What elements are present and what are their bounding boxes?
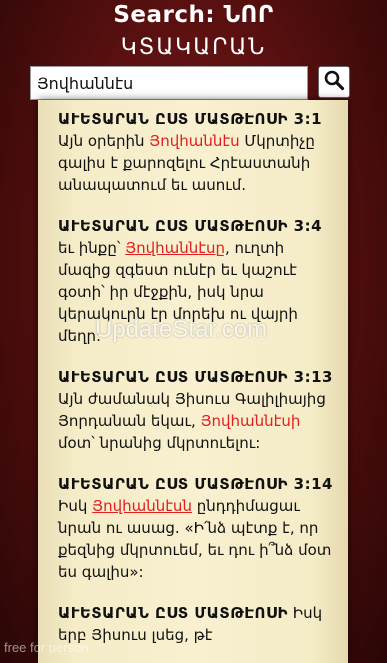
result-item[interactable]: ԱՒԵՏԱՐԱՆ ԸՍՏ ՄԱՏԹԷՈՍԻ 3:1 Այն օրերին Յով… — [58, 108, 336, 196]
search-button[interactable] — [318, 66, 350, 98]
verse-text: մօտ՝ նրանից մկրտուելու: — [58, 434, 261, 452]
search-match: Յովհաննէսն — [92, 497, 192, 515]
page-subtitle: ԿՏԱԿԱՐԱՆ — [120, 35, 267, 60]
search-match: Յովհաննէս — [149, 132, 240, 150]
verse-text: Այն օրերին — [58, 132, 150, 150]
verse-reference: ԱՒԵՏԱՐԱՆ ԸՍՏ ՄԱՏԹԷՈՍԻ 3:13 — [58, 368, 333, 386]
verse-text: Իսկ — [58, 497, 93, 515]
verse-reference: ԱՒԵՏԱՐԱՆ ԸՍՏ ՄԱՏԹԷՈՍԻ 3:1 — [58, 110, 323, 128]
verse-reference: ԱՒԵՏԱՐԱՆ ԸՍՏ ՄԱՏԹԷՈՍԻ 3:4 — [58, 217, 323, 235]
verse-reference: ԱՒԵՏԱՐԱՆ ԸՍՏ ՄԱՏԹԷՈՍԻ — [58, 604, 288, 622]
search-input[interactable]: Յովհաննէս — [30, 66, 308, 100]
app-header: Search: ՆՈՐ ԿՏԱԿԱՐԱՆ — [0, 0, 387, 64]
result-item[interactable]: ԱՒԵՏԱՐԱՆ ԸՍՏ ՄԱՏԹԷՈՍԻ 3:14 Իսկ Յովհաննէս… — [58, 473, 336, 583]
search-match: Յովհաննէսը — [125, 239, 225, 257]
footer-note: free for person — [4, 640, 89, 655]
search-match: Յովհաննէսի — [200, 412, 301, 430]
search-icon — [323, 69, 345, 95]
verse-text: եւ ինքը՝ — [58, 239, 126, 257]
verse-reference: ԱՒԵՏԱՐԱՆ ԸՍՏ ՄԱՏԹԷՈՍԻ 3:14 — [58, 475, 333, 493]
results-list: ԱՒԵՏԱՐԱՆ ԸՍՏ ՄԱՏԹԷՈՍԻ 3:1 Այն օրերին Յով… — [58, 108, 336, 663]
result-item[interactable]: ԱՒԵՏԱՐԱՆ ԸՍՏ ՄԱՏԹԷՈՍԻ 3:4 եւ ինքը՝ Յովհա… — [58, 215, 336, 347]
result-item[interactable]: ԱՒԵՏԱՐԱՆ ԸՍՏ ՄԱՏԹԷՈՍԻ 3:13 Այն ժամանակ Յ… — [58, 366, 336, 454]
results-panel[interactable]: ԱՒԵՏԱՐԱՆ ԸՍՏ ՄԱՏԹԷՈՍԻ 3:1 Այն օրերին Յով… — [38, 100, 348, 663]
page-title: Search: ՆՈՐ — [113, 2, 274, 28]
result-item[interactable]: ԱՒԵՏԱՐԱՆ ԸՍՏ ՄԱՏԹԷՈՍԻ Իսկ երբ Յիսուս լսե… — [58, 602, 336, 646]
